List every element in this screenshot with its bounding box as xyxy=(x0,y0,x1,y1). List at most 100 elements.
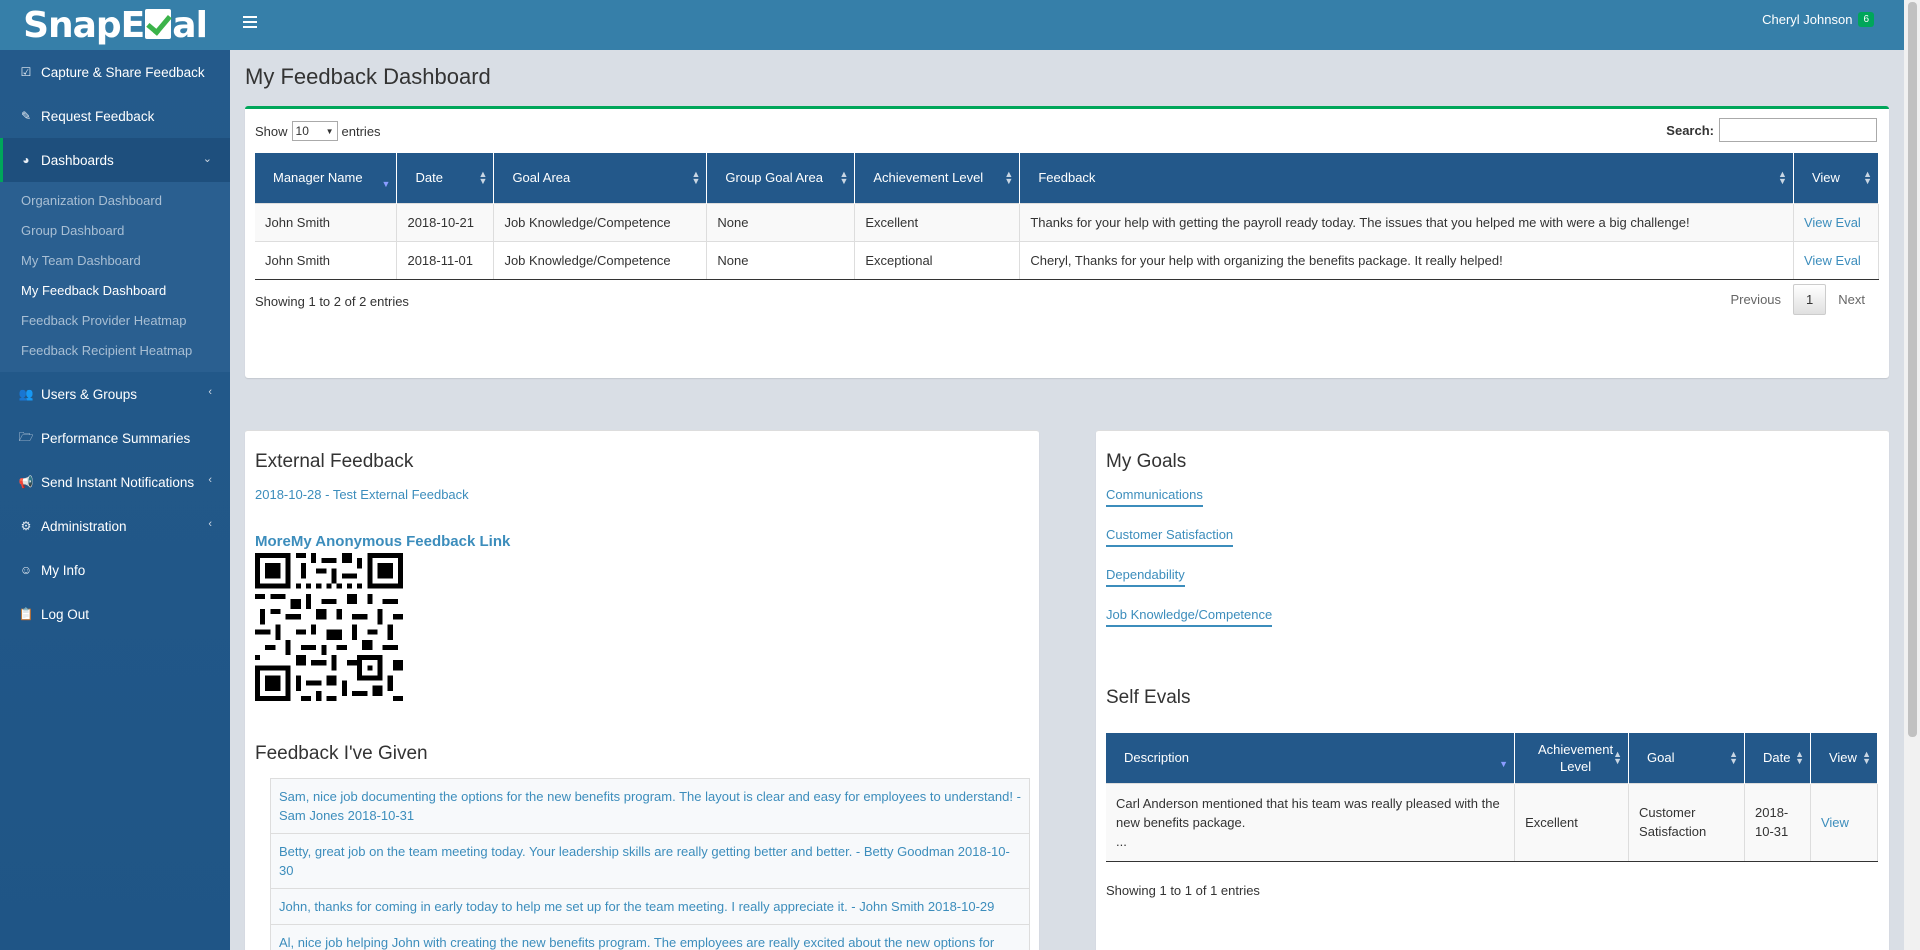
feedback-given-title: Feedback I've Given xyxy=(255,743,428,764)
user-menu[interactable]: Cheryl Johnson 6 xyxy=(1762,12,1874,27)
table-row: John Smith 2018-10-21 Job Knowledge/Comp… xyxy=(255,202,1880,241)
checkmark-icon xyxy=(145,8,172,39)
sort-icon: ▲ ▼ xyxy=(1795,749,1804,766)
list-item[interactable]: Al, nice job helping John with creating … xyxy=(271,924,1029,950)
next-button[interactable]: Next xyxy=(1826,284,1877,315)
col-view[interactable]: View ▲ ▼ xyxy=(1810,733,1879,783)
caret-down-icon: ▼ xyxy=(325,126,334,136)
page-scrollbar[interactable] xyxy=(1904,0,1920,950)
chevron-left-icon: ‹ xyxy=(208,518,212,530)
sidebar: ☑ Capture & Share Feedback ✎ Request Fee… xyxy=(0,50,230,950)
my-goals-box: My Goals Communications Customer Satisfa… xyxy=(1096,430,1889,950)
check-square-icon: ☑ xyxy=(20,65,32,79)
goal-link-job-knowledge[interactable]: Job Knowledge/Competence xyxy=(1106,607,1273,627)
sort-desc-icon: ▼ xyxy=(1499,759,1509,769)
sidebar-item-my-info[interactable]: ☺ My Info xyxy=(0,548,230,592)
col-manager-name[interactable]: Manager Name ▼ xyxy=(255,153,398,203)
feedback-table: Manager Name ▼ Date ▲ ▼ Goal Area ▲ ▼ Group G… xyxy=(255,153,1880,280)
edit-icon: ✎ xyxy=(20,109,32,123)
self-evals-title: Self Evals xyxy=(1106,687,1191,708)
col-date[interactable]: Date ▲ ▼ xyxy=(396,153,495,203)
entries-length-control: Show 10 ▼ entries xyxy=(255,121,381,141)
snapeval-logo[interactable]: SnapE al xyxy=(0,0,230,50)
notification-badge: 6 xyxy=(1858,12,1874,27)
external-feedback-box: External Feedback 2018-10-28 - Test Exte… xyxy=(245,430,1039,950)
chevron-down-icon: ⌄ xyxy=(202,153,212,165)
subnav-group-dashboard[interactable]: Group Dashboard xyxy=(0,216,230,246)
sort-desc-icon: ▼ xyxy=(381,179,391,189)
sort-icon: ▲ ▼ xyxy=(1004,169,1014,186)
chevron-left-icon: ‹ xyxy=(208,474,212,486)
sidebar-item-performance-summaries[interactable]: 🗁 Performance Summaries xyxy=(0,416,230,460)
page-title: My Feedback Dashboard xyxy=(245,64,491,89)
sort-icon: ▲ ▼ xyxy=(1778,169,1787,186)
view-eval-link[interactable]: View Eval xyxy=(1804,215,1861,230)
table-info: Showing 1 to 2 of 2 entries xyxy=(255,294,409,309)
view-self-eval-link[interactable]: View xyxy=(1821,815,1849,830)
sort-icon: ▲ ▼ xyxy=(1613,749,1623,766)
col-achievement-level[interactable]: Achievement Level ▲ ▼ xyxy=(854,153,1021,203)
gear-icon: ⚙ xyxy=(20,519,32,533)
pie-chart-icon: ◕ xyxy=(22,153,30,167)
list-item[interactable]: Sam, nice job documenting the options fo… xyxy=(271,779,1029,833)
view-eval-link[interactable]: View Eval xyxy=(1804,253,1861,268)
external-feedback-title: External Feedback xyxy=(255,451,414,472)
goal-link-dependability[interactable]: Dependability xyxy=(1106,567,1185,587)
table-search: Search: xyxy=(1666,118,1877,142)
sort-icon: ▲ ▼ xyxy=(1862,749,1871,766)
previous-button[interactable]: Previous xyxy=(1718,284,1793,315)
clipboard-icon: 📋 xyxy=(18,607,34,621)
sidebar-item-dashboards[interactable]: ◕ Dashboards ⌄ xyxy=(0,138,230,182)
page-1-button[interactable]: 1 xyxy=(1793,284,1827,315)
chevron-left-icon: ‹ xyxy=(208,386,212,398)
sidebar-item-users-groups[interactable]: 👥 Users & Groups ‹ xyxy=(0,372,230,416)
pagination: Previous 1 Next xyxy=(1718,284,1877,315)
col-description[interactable]: Description ▼ xyxy=(1106,733,1516,783)
col-group-goal-area[interactable]: Group Goal Area ▲ ▼ xyxy=(706,153,856,203)
list-item[interactable]: John, thanks for coming in early today t… xyxy=(271,888,1029,924)
sort-icon: ▲ ▼ xyxy=(478,169,488,186)
users-icon: 👥 xyxy=(18,387,34,401)
folder-open-icon: 🗁 xyxy=(18,429,34,444)
subnav-feedback-recipient-heatmap[interactable]: Feedback Recipient Heatmap xyxy=(0,336,230,366)
sidebar-item-log-out[interactable]: 📋 Log Out xyxy=(0,592,230,636)
sort-icon: ▲ ▼ xyxy=(1863,169,1872,186)
subnav-feedback-provider-heatmap[interactable]: Feedback Provider Heatmap xyxy=(0,306,230,336)
sidebar-toggle-icon[interactable] xyxy=(243,16,257,30)
scroll-thumb[interactable] xyxy=(1908,2,1917,737)
subnav-my-feedback-dashboard[interactable]: My Feedback Dashboard xyxy=(0,276,230,306)
sort-icon: ▲ ▼ xyxy=(1729,749,1738,766)
list-item[interactable]: Betty, great job on the team meeting tod… xyxy=(271,833,1029,888)
content-area: My Feedback Dashboard Show 10 ▼ entries S… xyxy=(230,50,1904,950)
entries-select[interactable]: 10 ▼ xyxy=(291,121,338,141)
external-feedback-link[interactable]: 2018-10-28 - Test External Feedback xyxy=(255,487,469,502)
col-achievement-level[interactable]: Achievement Level ▲ ▼ xyxy=(1514,733,1630,783)
goal-link-communications[interactable]: Communications xyxy=(1106,487,1203,507)
col-goal-area[interactable]: Goal Area ▲ ▼ xyxy=(493,153,708,203)
self-evals-table: Description ▼ Achievement Level ▲ ▼ Goal ▲ ▼ … xyxy=(1106,733,1879,862)
subnav-my-team-dashboard[interactable]: My Team Dashboard xyxy=(0,246,230,276)
table-row: John Smith 2018-11-01 Job Knowledge/Comp… xyxy=(255,240,1880,280)
search-input[interactable] xyxy=(1719,118,1877,142)
feedback-box: Show 10 ▼ entries Search: Manager Name ▼ D… xyxy=(245,106,1889,378)
sidebar-item-request-feedback[interactable]: ✎ Request Feedback xyxy=(0,94,230,138)
col-goal[interactable]: Goal ▲ ▼ xyxy=(1628,733,1745,783)
col-date[interactable]: Date ▲ ▼ xyxy=(1744,733,1811,783)
qr-code-image xyxy=(255,553,403,701)
sidebar-item-capture-share-feedback[interactable]: ☑ Capture & Share Feedback xyxy=(0,50,230,94)
smile-icon: ☺ xyxy=(19,563,33,577)
sidebar-item-send-instant-notifications[interactable]: 📢 Send Instant Notifications ‹ xyxy=(0,460,230,504)
self-evals-info: Showing 1 to 1 of 1 entries xyxy=(1106,883,1260,898)
feedback-given-list: Sam, nice job documenting the options fo… xyxy=(270,778,1030,950)
user-name: Cheryl Johnson xyxy=(1762,12,1853,27)
top-navbar: SnapE al Cheryl Johnson 6 xyxy=(0,0,1904,50)
sidebar-item-administration[interactable]: ⚙ Administration ‹ xyxy=(0,504,230,548)
col-view[interactable]: View ▲ ▼ xyxy=(1793,153,1880,203)
anonymous-feedback-link[interactable]: MoreMy Anonymous Feedback Link xyxy=(255,533,510,550)
goal-link-customer-satisfaction[interactable]: Customer Satisfaction xyxy=(1106,527,1234,547)
col-feedback[interactable]: Feedback ▲ ▼ xyxy=(1019,153,1794,203)
goals-list: Communications Customer Satisfaction Dep… xyxy=(1106,487,1273,647)
bullhorn-icon: 📢 xyxy=(18,475,34,489)
subnav-organization-dashboard[interactable]: Organization Dashboard xyxy=(0,186,230,216)
my-goals-title: My Goals xyxy=(1106,451,1187,472)
